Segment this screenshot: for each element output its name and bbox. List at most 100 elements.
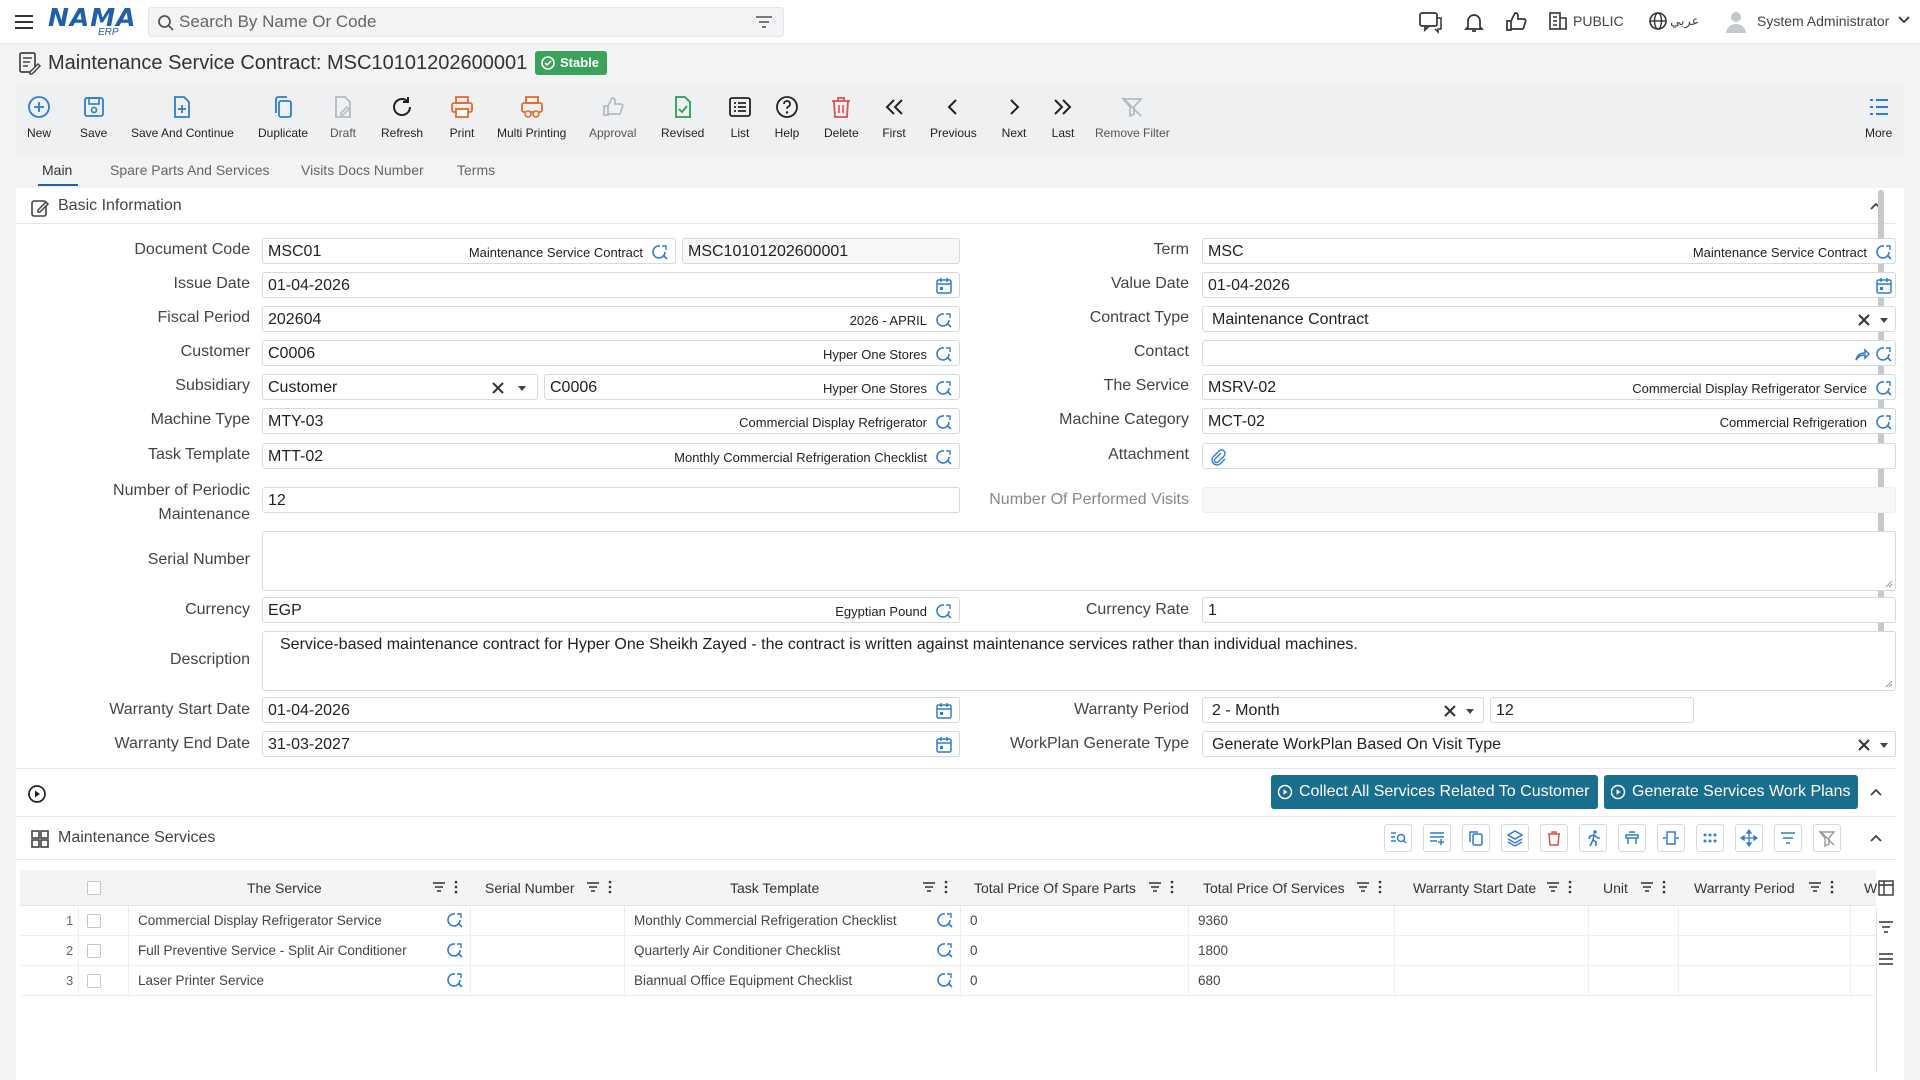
- tab-terms[interactable]: Terms: [457, 162, 495, 178]
- last-record-button[interactable]: Last: [1050, 94, 1076, 140]
- more-button[interactable]: More: [1865, 94, 1892, 140]
- row-checkbox[interactable]: [87, 974, 101, 988]
- grid-remove-filter-icon[interactable]: [1813, 824, 1841, 852]
- service-field[interactable]: MSRV-02 Commercial Display Refrigerator …: [1202, 374, 1896, 400]
- column-filter-menu-icon[interactable]: [432, 880, 460, 894]
- share-arrow-icon[interactable]: [1853, 345, 1871, 363]
- side-filter-icon[interactable]: [1878, 920, 1894, 934]
- chat-icon[interactable]: [1418, 10, 1444, 34]
- global-search[interactable]: [148, 7, 784, 37]
- table-row[interactable]: 1 Commercial Display Refrigerator Servic…: [20, 906, 1876, 936]
- column-filter-menu-icon[interactable]: [922, 880, 950, 894]
- col-header-truncated[interactable]: W: [1864, 880, 1877, 896]
- cell-task-template[interactable]: Monthly Commercial Refrigeration Checkli…: [634, 913, 897, 928]
- fiscal-period-field[interactable]: 202604 2026 - APRIL: [262, 306, 960, 332]
- grid-run-icon[interactable]: [1579, 824, 1607, 852]
- row-checkbox[interactable]: [87, 944, 101, 958]
- building-icon[interactable]: [1547, 10, 1573, 34]
- lookup-search-icon[interactable]: [935, 448, 953, 466]
- column-filter-menu-icon[interactable]: [586, 880, 614, 894]
- grid-add-rows-icon[interactable]: [1423, 824, 1451, 852]
- basic-info-header[interactable]: Basic Information: [16, 188, 1896, 224]
- draft-button[interactable]: Draft: [330, 94, 356, 140]
- cell-service[interactable]: Commercial Display Refrigerator Service: [138, 913, 382, 928]
- customer-field[interactable]: C0006 Hyper One Stores: [262, 340, 960, 366]
- currency-field[interactable]: EGP Egyptian Pound: [262, 597, 960, 623]
- lookup-search-icon[interactable]: [935, 413, 953, 431]
- machine-type-field[interactable]: MTY-03 Commercial Display Refrigerator: [262, 408, 960, 434]
- row-checkbox[interactable]: [87, 914, 101, 928]
- clear-x-icon[interactable]: [1441, 702, 1459, 720]
- calendar-icon[interactable]: [935, 277, 953, 295]
- save-and-continue-button[interactable]: Save And Continue: [131, 94, 234, 140]
- lookup-search-icon[interactable]: [446, 941, 464, 959]
- resize-handle-icon[interactable]: [1883, 578, 1893, 588]
- warranty-period-unit-select[interactable]: 2 - Month: [1202, 697, 1484, 723]
- lookup-search-icon[interactable]: [936, 911, 954, 929]
- collapse-chevron-up-icon[interactable]: [1868, 784, 1884, 800]
- attachment-field[interactable]: [1202, 443, 1896, 469]
- grid-delete-icon[interactable]: [1540, 824, 1568, 852]
- generate-work-plans-button[interactable]: Generate Services Work Plans: [1604, 775, 1859, 809]
- column-filter-menu-icon[interactable]: [1640, 880, 1668, 894]
- value-date-field[interactable]: 01-04-2026: [1202, 272, 1896, 298]
- play-circle-icon[interactable]: [27, 784, 47, 804]
- approval-button[interactable]: Approval: [589, 94, 636, 140]
- table-row[interactable]: 3 Laser Printer Service Biannual Office …: [20, 966, 1876, 996]
- col-header-serial-number[interactable]: Serial Number: [485, 880, 574, 896]
- col-header-service[interactable]: The Service: [247, 880, 322, 896]
- logo[interactable]: NAMA ERP: [48, 5, 138, 39]
- cell-task-template[interactable]: Quarterly Air Conditioner Checklist: [634, 943, 840, 958]
- lookup-search-icon[interactable]: [446, 911, 464, 929]
- paperclip-icon[interactable]: [1209, 448, 1227, 466]
- cell-services-total[interactable]: 680: [1198, 973, 1221, 988]
- lookup-search-icon[interactable]: [446, 971, 464, 989]
- refresh-button[interactable]: Refresh: [381, 94, 423, 140]
- clear-x-icon[interactable]: [1855, 311, 1873, 329]
- serial-number-textarea[interactable]: [262, 531, 1896, 591]
- previous-record-button[interactable]: Previous: [930, 94, 977, 140]
- multi-printing-button[interactable]: Multi Printing: [497, 94, 566, 140]
- dropdown-caret-icon[interactable]: [513, 379, 531, 397]
- warranty-period-field[interactable]: 12: [1490, 697, 1694, 723]
- calendar-icon[interactable]: [935, 702, 953, 720]
- lookup-search-icon[interactable]: [935, 345, 953, 363]
- col-header-warranty-start[interactable]: Warranty Start Date: [1413, 880, 1536, 896]
- hamburger-menu-icon[interactable]: [12, 10, 36, 34]
- remove-filter-button[interactable]: Remove Filter: [1095, 94, 1170, 140]
- calendar-icon[interactable]: [1875, 277, 1893, 295]
- dropdown-caret-icon[interactable]: [1461, 702, 1479, 720]
- col-header-task-template[interactable]: Task Template: [730, 880, 819, 896]
- save-button[interactable]: Save: [80, 94, 107, 140]
- contact-field[interactable]: [1202, 340, 1896, 366]
- lookup-search-icon[interactable]: [936, 941, 954, 959]
- resize-handle-icon[interactable]: [1883, 678, 1893, 688]
- cell-spare-parts-total[interactable]: 0: [970, 913, 978, 928]
- side-menu-icon[interactable]: [1878, 952, 1894, 966]
- duplicate-button[interactable]: Duplicate: [258, 94, 308, 140]
- revised-button[interactable]: Revised: [661, 94, 704, 140]
- select-all-checkbox[interactable]: [87, 881, 101, 895]
- lookup-search-icon[interactable]: [936, 971, 954, 989]
- cell-service[interactable]: Full Preventive Service - Split Air Cond…: [138, 943, 407, 958]
- periodic-maintenance-field[interactable]: 12: [262, 487, 960, 513]
- chevron-down-icon[interactable]: [1897, 15, 1920, 39]
- search-input[interactable]: [179, 11, 739, 33]
- grid-move-icon[interactable]: [1735, 824, 1763, 852]
- term-field[interactable]: MSC Maintenance Service Contract: [1202, 238, 1896, 264]
- calendar-icon[interactable]: [935, 736, 953, 754]
- cell-spare-parts-total[interactable]: 0: [970, 973, 978, 988]
- column-filter-menu-icon[interactable]: [1546, 880, 1574, 894]
- column-filter-menu-icon[interactable]: [1356, 880, 1384, 894]
- cell-spare-parts-total[interactable]: 0: [970, 943, 978, 958]
- column-filter-menu-icon[interactable]: [1808, 880, 1836, 894]
- workplan-type-select[interactable]: Generate WorkPlan Based On Visit Type: [1202, 731, 1896, 757]
- grid-fit-columns-icon[interactable]: [1657, 824, 1685, 852]
- first-record-button[interactable]: First: [881, 94, 907, 140]
- currency-rate-field[interactable]: 1: [1202, 597, 1896, 623]
- grid-layers-icon[interactable]: [1501, 824, 1529, 852]
- filter-lines-icon[interactable]: [755, 15, 773, 31]
- clear-x-icon[interactable]: [489, 379, 507, 397]
- lookup-search-icon[interactable]: [1875, 243, 1893, 261]
- next-record-button[interactable]: Next: [1001, 94, 1027, 140]
